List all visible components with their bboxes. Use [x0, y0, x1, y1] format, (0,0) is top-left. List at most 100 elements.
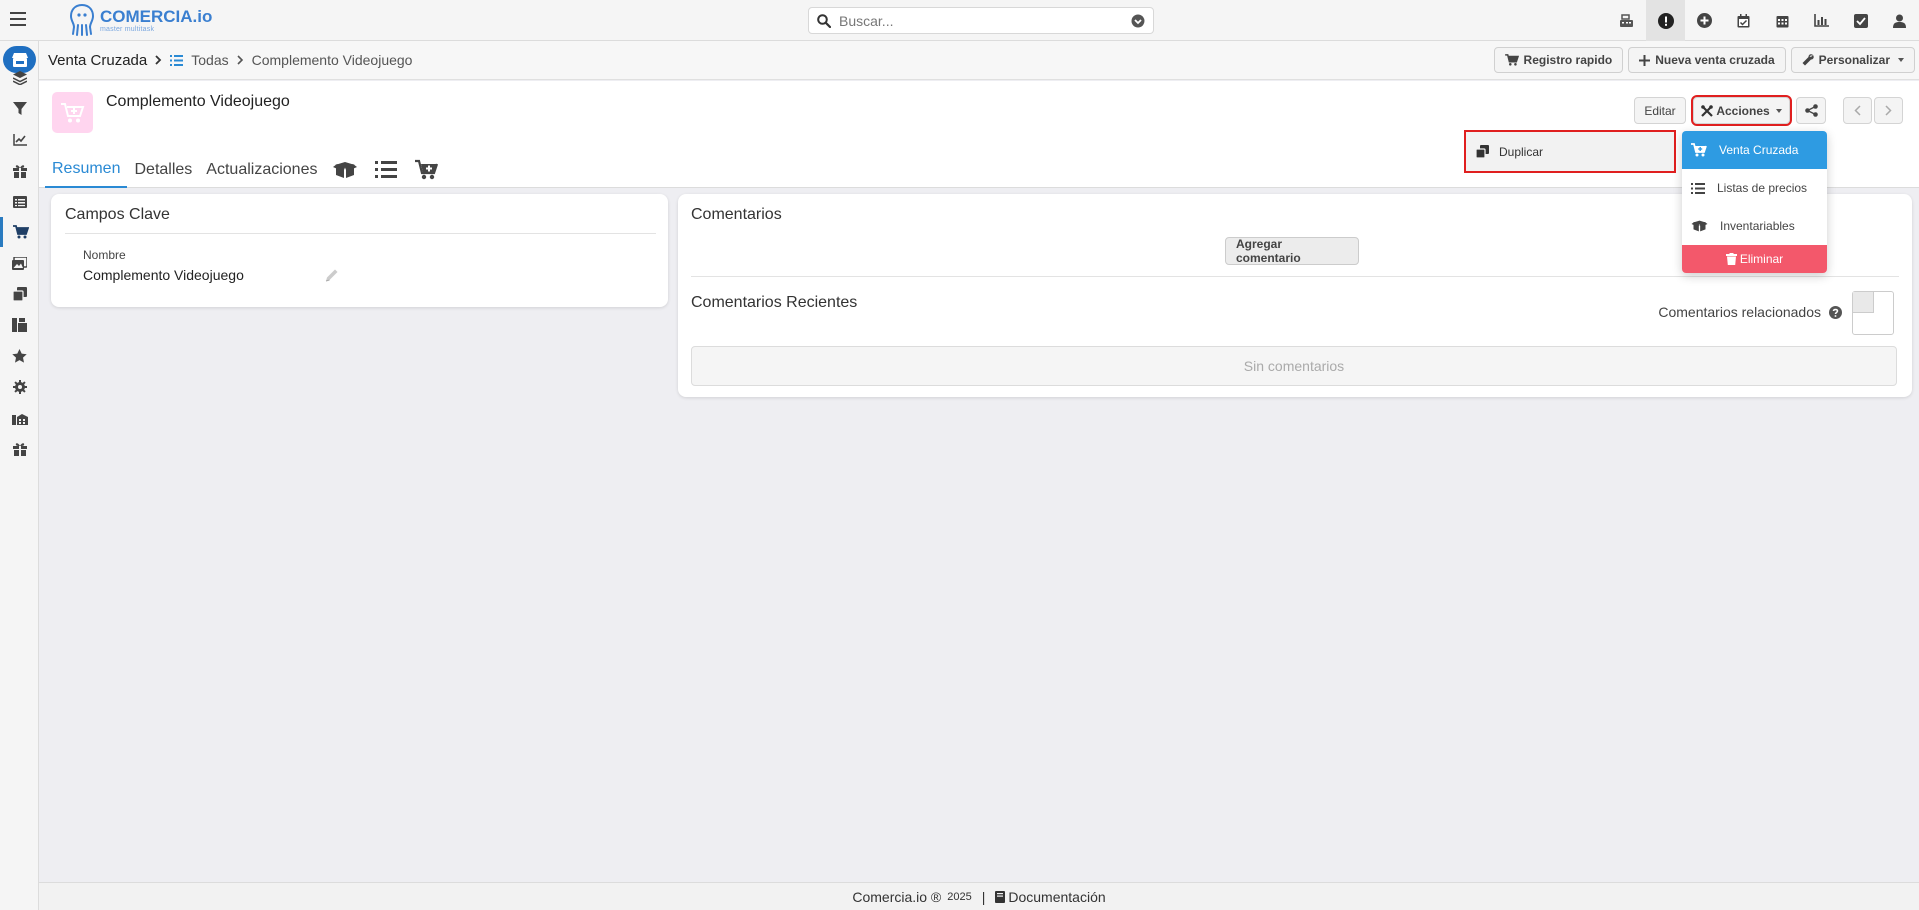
add-comment-button[interactable]: Agregar comentario	[1225, 237, 1359, 265]
footer-separator: |	[981, 888, 986, 905]
book-icon	[995, 890, 1006, 903]
duplicate-menu-item[interactable]: Duplicar	[1464, 130, 1676, 173]
name-field-value[interactable]: Complemento Videojuego	[83, 267, 244, 283]
previous-record-button[interactable]	[1843, 97, 1872, 124]
octopus-logo-icon	[69, 4, 95, 36]
cart-plus-icon	[1691, 143, 1707, 157]
breadcrumb: Venta Cruzada Todas Complemento Videojue…	[48, 41, 412, 79]
layers-icon[interactable]	[0, 63, 39, 93]
open-box-icon	[333, 161, 358, 178]
filter-icon[interactable]	[0, 94, 39, 124]
logo-tagline: master multitask	[100, 25, 155, 33]
chevron-right-icon	[1885, 105, 1892, 116]
gift-icon[interactable]	[0, 434, 39, 464]
gift-icon[interactable]	[0, 156, 39, 186]
next-record-button[interactable]	[1874, 97, 1903, 124]
card-divider	[65, 233, 656, 234]
logo-name: COMERCIA.io	[100, 6, 213, 26]
quick-register-button[interactable]: Registro rapido	[1493, 47, 1624, 73]
breadcrumb-module[interactable]: Venta Cruzada	[48, 52, 147, 69]
cash-register-icon[interactable]	[1607, 0, 1646, 41]
breadcrumb-list-link[interactable]: Todas	[170, 52, 229, 68]
bar-chart-icon[interactable]	[1802, 0, 1841, 41]
search-input[interactable]	[839, 12, 1131, 29]
tab-inventory[interactable]	[324, 151, 366, 188]
copy-icon	[1476, 145, 1489, 158]
footer: Comercia.io ® 2025 | Documentación	[39, 882, 1919, 910]
boxes-icon[interactable]	[0, 310, 39, 340]
wrench-icon	[1802, 54, 1814, 66]
caret-down-icon	[1775, 108, 1782, 113]
trash-icon	[1725, 253, 1737, 265]
record-tabs: Resumen Detalles Actualizaciones	[45, 151, 448, 188]
footer-brand: Comercia.io ®	[852, 888, 942, 905]
user-icon[interactable]	[1880, 0, 1919, 41]
open-box-icon	[1691, 220, 1708, 232]
key-fields-card: Campos Clave Nombre Complemento Videojue…	[51, 194, 668, 307]
customize-label: Personalizar	[1818, 53, 1890, 67]
search-icon	[817, 13, 831, 28]
line-chart-icon[interactable]	[0, 125, 39, 155]
menu-toggle-icon[interactable]	[10, 12, 26, 26]
menu-item-inventariables[interactable]: Inventariables	[1682, 207, 1827, 245]
empty-comments-box: Sin comentarios	[691, 346, 1897, 386]
tools-icon	[1701, 104, 1714, 117]
chevron-down-circle-icon[interactable]	[1131, 14, 1145, 28]
menu-item-label: Venta Cruzada	[1719, 143, 1799, 157]
cart-plus-icon	[60, 102, 84, 122]
caret-down-icon	[1898, 58, 1904, 62]
delete-label: Eliminar	[1739, 252, 1784, 266]
breadcrumb-current: Complemento Videojuego	[251, 52, 413, 68]
tab-resumen[interactable]: Resumen	[45, 151, 128, 188]
chevron-right-icon	[237, 55, 243, 65]
cog-icon[interactable]	[0, 372, 39, 402]
tab-cross-sales[interactable]	[406, 151, 448, 188]
plus-circle-icon[interactable]	[1685, 0, 1724, 41]
actions-dropdown: Venta Cruzada Listas de precios Inventar…	[1682, 131, 1827, 273]
warehouse-icon[interactable]	[0, 403, 39, 433]
duplicate-label: Duplicar	[1499, 144, 1544, 159]
help-icon[interactable]	[1829, 305, 1842, 319]
chevron-left-icon	[1854, 105, 1861, 116]
related-comments-label-group: Comentarios relacionados	[1658, 304, 1842, 320]
documentation-link[interactable]: Documentación	[995, 889, 1106, 905]
actions-label: Acciones	[1716, 103, 1770, 118]
menu-item-listas-de-precios[interactable]: Listas de precios	[1682, 169, 1827, 207]
search-box	[808, 7, 1154, 34]
menu-item-venta-cruzada[interactable]: Venta Cruzada	[1682, 131, 1827, 169]
list-icon[interactable]	[0, 187, 39, 217]
cart-icon[interactable]	[0, 217, 39, 247]
new-cross-sale-label: Nueva venta cruzada	[1655, 53, 1775, 67]
logo[interactable]: COMERCIA.io master multitask	[68, 2, 212, 38]
edit-button[interactable]: Editar	[1634, 97, 1686, 124]
share-button[interactable]	[1796, 97, 1826, 124]
actions-button[interactable]: Acciones	[1691, 95, 1792, 126]
customize-button[interactable]: Personalizar	[1790, 47, 1915, 73]
tab-price-lists[interactable]	[366, 151, 406, 188]
delete-menu-item[interactable]: Eliminar	[1682, 245, 1827, 273]
copies-icon[interactable]	[0, 279, 39, 309]
related-comments-toggle[interactable]	[1852, 291, 1894, 335]
left-sidebar	[0, 41, 39, 910]
star-icon[interactable]	[0, 341, 39, 371]
menu-item-label: Inventariables	[1720, 219, 1795, 233]
footer-year: 2025	[947, 890, 972, 903]
tab-detalles[interactable]: Detalles	[127, 151, 199, 188]
key-fields-title: Campos Clave	[65, 206, 170, 223]
pencil-icon[interactable]	[325, 268, 339, 282]
calendar-icon[interactable]	[1763, 0, 1802, 41]
breadcrumb-bar: Venta Cruzada Todas Complemento Videojue…	[39, 41, 1919, 80]
chevron-right-icon	[155, 55, 162, 65]
new-cross-sale-button[interactable]: Nueva venta cruzada	[1628, 47, 1786, 73]
images-icon[interactable]	[0, 248, 39, 278]
cart-plus-icon	[415, 159, 439, 180]
menu-item-label: Listas de precios	[1717, 181, 1808, 195]
record-title: Complemento Videojuego	[106, 93, 290, 110]
alert-icon[interactable]	[1646, 0, 1685, 41]
recent-comments-title: Comentarios Recientes	[691, 294, 858, 311]
checkbox-icon[interactable]	[1841, 0, 1880, 41]
calendar-check-icon[interactable]	[1724, 0, 1763, 41]
record-avatar	[52, 92, 93, 133]
tab-actualizaciones[interactable]: Actualizaciones	[199, 151, 324, 188]
card-divider	[691, 276, 1899, 277]
